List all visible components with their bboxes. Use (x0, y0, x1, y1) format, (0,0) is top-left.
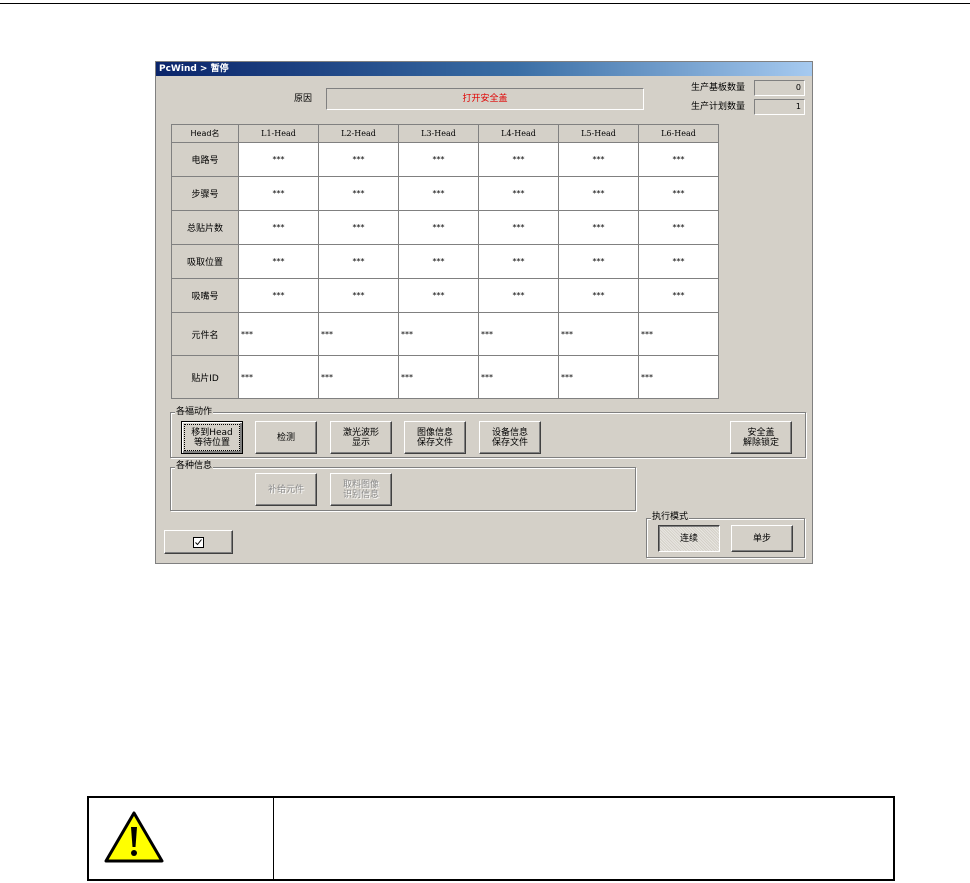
table-row: 贴片ID *** *** *** *** *** *** (171, 355, 719, 399)
column-header: L3-Head (398, 124, 479, 143)
table-cell: *** (638, 312, 719, 356)
fetch-image-info-button[interactable]: 取料图像 识别信息 (330, 473, 392, 506)
row-header: 吸取位置 (171, 244, 239, 279)
row-header: 步骤号 (171, 176, 239, 211)
table-cell: *** (318, 142, 399, 177)
table-cell: *** (638, 210, 719, 245)
produced-count-label: 生产基板数量 (691, 83, 746, 93)
column-header: L5-Head (558, 124, 639, 143)
table-cell: *** (318, 244, 399, 279)
table-cell: *** (398, 210, 479, 245)
table-row: 步骤号 *** *** *** *** *** *** (171, 176, 719, 211)
page-top-rule (0, 3, 970, 4)
row-header: 元件名 (171, 312, 239, 356)
pause-dialog: PcWind > 暂停 原因 打开安全盖 生产基板数量 0 生产计划数量 1 H… (155, 61, 813, 564)
planned-count-label: 生产计划数量 (691, 102, 746, 112)
caution-divider (273, 798, 274, 879)
table-cell: *** (238, 176, 319, 211)
row-header: 总贴片数 (171, 210, 239, 245)
table-cell: *** (638, 278, 719, 313)
reason-label: 原因 (294, 94, 313, 104)
table-cell: *** (398, 312, 479, 356)
planned-count-value: 1 (754, 99, 805, 115)
table-cell: *** (398, 355, 479, 399)
laser-waveform-button[interactable]: 激光波形 显示 (330, 421, 392, 454)
table-row: 吸嘴号 *** *** *** *** *** *** (171, 278, 719, 313)
supply-part-button[interactable]: 补给元件 (255, 473, 317, 506)
warning-triangle-icon (103, 810, 165, 867)
table-corner-header: Head名 (171, 124, 239, 143)
table-cell: *** (318, 312, 399, 356)
column-header: L4-Head (478, 124, 559, 143)
table-cell: *** (238, 355, 319, 399)
table-cell: *** (238, 142, 319, 177)
run-mode-group-label: 执行模式 (651, 512, 690, 522)
reason-value: 打开安全盖 (326, 88, 644, 110)
table-cell: *** (478, 210, 559, 245)
dialog-title: PcWind > 暂停 (156, 62, 812, 76)
table-cell: *** (238, 278, 319, 313)
table-cell: *** (558, 176, 639, 211)
table-cell: *** (478, 278, 559, 313)
column-header: L6-Head (638, 124, 719, 143)
unlock-safety-cover-button[interactable]: 安全盖 解除锁定 (730, 421, 792, 454)
table-cell: *** (478, 312, 559, 356)
info-group (170, 467, 636, 511)
head-status-table: Head名 L1-Head L2-Head L3-Head L4-Head L5… (171, 124, 719, 399)
table-cell: *** (318, 176, 399, 211)
produced-count-value: 0 (754, 80, 805, 96)
row-header: 贴片ID (171, 355, 239, 399)
checkbox-button[interactable] (164, 530, 233, 554)
table-row: 电路号 *** *** *** *** *** *** (171, 142, 719, 177)
table-header-row: Head名 L1-Head L2-Head L3-Head L4-Head L5… (171, 124, 719, 143)
table-cell: *** (398, 244, 479, 279)
check-button[interactable]: 检测 (255, 421, 317, 454)
table-cell: *** (398, 278, 479, 313)
table-cell: *** (398, 176, 479, 211)
table-cell: *** (318, 355, 399, 399)
continuous-mode-button[interactable]: 连续 (658, 525, 720, 552)
table-cell: *** (638, 142, 719, 177)
table-cell: *** (478, 142, 559, 177)
table-cell: *** (478, 355, 559, 399)
table-cell: *** (398, 142, 479, 177)
column-header: L1-Head (238, 124, 319, 143)
table-cell: *** (318, 278, 399, 313)
actions-group-label: 各福动作 (175, 407, 214, 417)
table-cell: *** (638, 355, 719, 399)
table-cell: *** (638, 176, 719, 211)
row-header: 吸嘴号 (171, 278, 239, 313)
save-image-info-button[interactable]: 图像信息 保存文件 (404, 421, 466, 454)
table-row: 总贴片数 *** *** *** *** *** *** (171, 210, 719, 245)
move-head-wait-button[interactable]: 移到Head 等待位置 (181, 421, 243, 454)
table-cell: *** (478, 176, 559, 211)
single-step-mode-button[interactable]: 单步 (731, 525, 793, 552)
checkbox-icon (193, 536, 204, 548)
info-group-label: 各种信息 (175, 461, 214, 471)
table-cell: *** (238, 244, 319, 279)
table-cell: *** (558, 312, 639, 356)
table-cell: *** (478, 244, 559, 279)
table-cell: *** (238, 210, 319, 245)
table-row: 元件名 *** *** *** *** *** *** (171, 312, 719, 356)
column-header: L2-Head (318, 124, 399, 143)
table-cell: *** (638, 244, 719, 279)
table-cell: *** (558, 355, 639, 399)
row-header: 电路号 (171, 142, 239, 177)
table-cell: *** (238, 312, 319, 356)
table-cell: *** (318, 210, 399, 245)
table-cell: *** (558, 244, 639, 279)
caution-box (87, 796, 895, 881)
table-cell: *** (558, 210, 639, 245)
save-device-info-button[interactable]: 设备信息 保存文件 (479, 421, 541, 454)
table-row: 吸取位置 *** *** *** *** *** *** (171, 244, 719, 279)
table-cell: *** (558, 142, 639, 177)
table-cell: *** (558, 278, 639, 313)
